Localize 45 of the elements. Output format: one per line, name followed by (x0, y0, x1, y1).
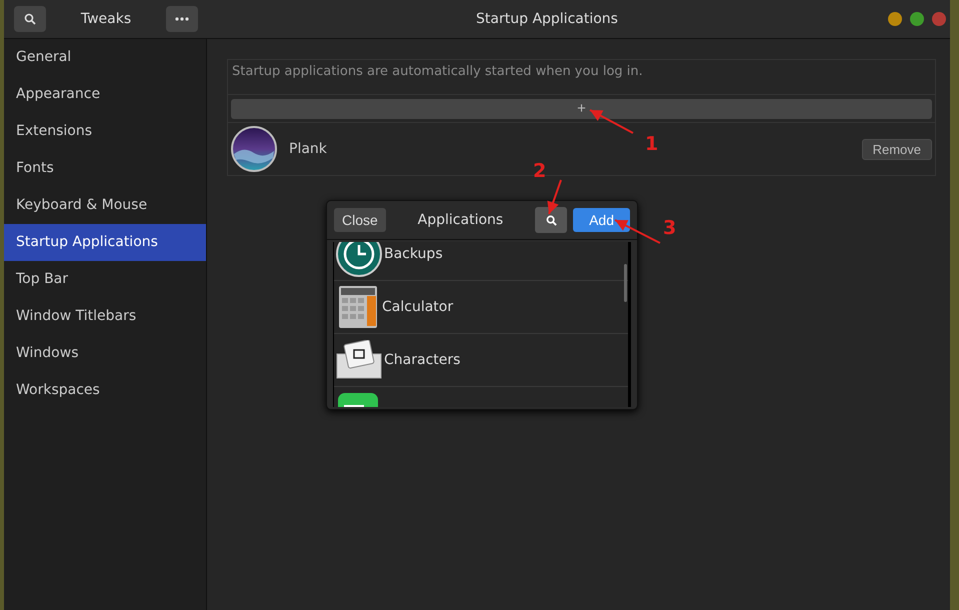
annotation-arrow (614, 219, 660, 244)
annotation-number: 1 (645, 133, 658, 155)
app-title: Tweaks (80, 11, 132, 27)
dialog-title: Applications (416, 212, 504, 228)
minimize-button[interactable] (888, 12, 902, 26)
annotation-arrow (547, 180, 562, 214)
sidebar-item[interactable]: Window Titlebars (4, 298, 206, 335)
search-button[interactable] (14, 6, 46, 32)
sidebar-item[interactable]: Extensions (4, 113, 206, 150)
window-title: Startup Applications (475, 11, 619, 27)
app-list-item[interactable]: Backups (334, 242, 628, 281)
sidebar-item[interactable]: Top Bar (4, 261, 206, 298)
app-name: Plank (289, 141, 327, 157)
description-text: Startup applications are automatically started when you log in. (228, 60, 935, 95)
scrollbar[interactable] (624, 264, 627, 302)
sidebar-item[interactable]: Appearance (4, 76, 206, 113)
search-icon (546, 214, 557, 226)
annotation-number: 2 (533, 160, 546, 182)
menu-button[interactable] (166, 6, 198, 32)
calculator-icon (336, 284, 380, 330)
app-icon (231, 126, 277, 172)
sidebar-item[interactable]: Keyboard & Mouse (4, 187, 206, 224)
search-button[interactable] (535, 207, 568, 233)
close-button[interactable]: Close (334, 208, 386, 232)
app-name: Characters (384, 352, 460, 368)
app-list-item[interactable]: Calculator (334, 281, 628, 334)
search-icon (24, 13, 36, 25)
app-name: Calculator (382, 299, 454, 315)
app-list-item[interactable]: Characters (334, 334, 628, 387)
sidebar-item[interactable]: Fonts (4, 150, 206, 187)
annotation-number: 3 (663, 217, 676, 239)
sidebar-item[interactable]: General (4, 39, 206, 76)
remove-button[interactable]: Remove (862, 138, 932, 160)
keyboard-icon (336, 340, 382, 380)
annotation-arrow (590, 109, 634, 134)
app-name: Backups (384, 246, 443, 262)
maximize-button[interactable] (910, 12, 924, 26)
sidebar-item[interactable]: Windows (4, 335, 206, 372)
clock-icon (336, 242, 382, 277)
close-button[interactable] (932, 12, 946, 26)
add-button[interactable]: Add (573, 208, 630, 232)
more-icon (175, 17, 189, 21)
sidebar-item[interactable]: Startup Applications (4, 224, 206, 261)
sidebar-item[interactable]: Workspaces (4, 372, 206, 409)
add-button[interactable]: + (231, 99, 932, 119)
